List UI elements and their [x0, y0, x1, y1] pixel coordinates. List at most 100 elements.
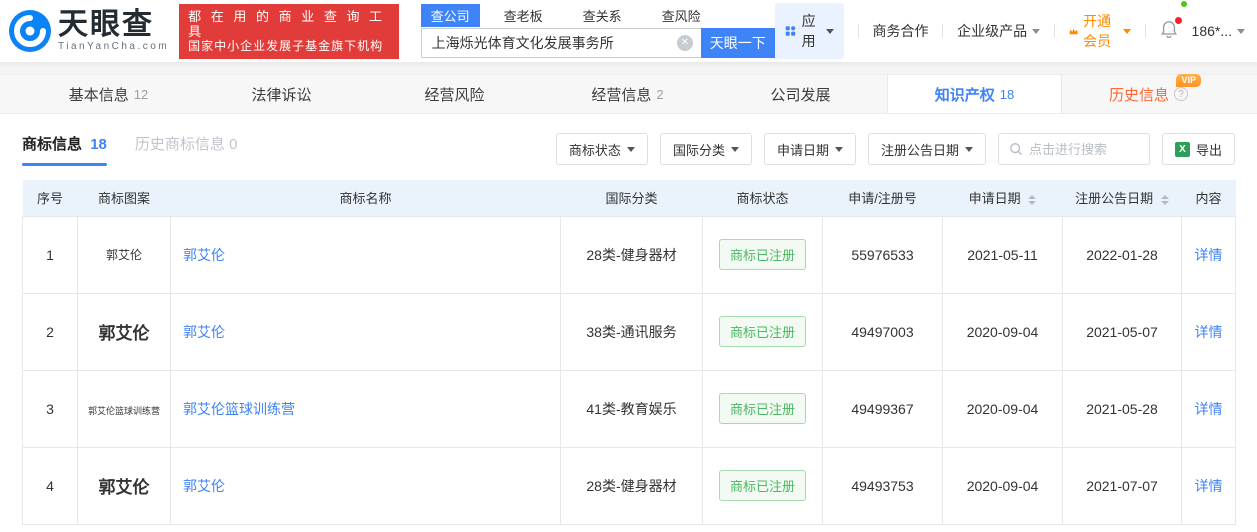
- col-status: 商标状态: [702, 180, 823, 216]
- filter-apply-date[interactable]: 申请日期: [763, 133, 856, 165]
- tab-count: 2: [656, 86, 664, 102]
- nav-open-vip[interactable]: 开通会员: [1069, 11, 1131, 51]
- apps-menu-button[interactable]: 应用: [774, 3, 844, 59]
- col-trademark-image: 商标图案: [77, 180, 171, 216]
- nav-enterprise-label: 企业级产品: [957, 23, 1028, 39]
- table-search-box[interactable]: [997, 133, 1150, 165]
- reg-number-cell: 49493753: [822, 446, 943, 525]
- status-dot: [1181, 1, 1187, 7]
- col-content: 内容: [1181, 180, 1236, 216]
- filter-trademark-status[interactable]: 商标状态: [555, 133, 648, 165]
- intl-class-cell: 41类-教育娱乐: [560, 369, 703, 448]
- col-trademark-name: 商标名称: [170, 180, 561, 216]
- tab-count: 18: [999, 86, 1015, 102]
- trademark-image: 郭艾伦: [98, 324, 150, 343]
- trademark-name-link[interactable]: 郭艾伦: [183, 247, 225, 263]
- tab-operating-info[interactable]: 经营信息 2: [541, 75, 714, 113]
- tianyancha-logo[interactable]: 天眼查 TianYanCha.com: [8, 9, 169, 53]
- apply-date-cell: 2020-09-04: [942, 292, 1063, 371]
- sort-icon[interactable]: [1028, 194, 1037, 205]
- subtab-history-trademark[interactable]: 历史商标信息 0: [135, 133, 238, 166]
- clear-icon[interactable]: ✕: [676, 35, 693, 51]
- search-tab-company[interactable]: 查公司: [420, 3, 480, 27]
- chevron-down-icon: [825, 28, 834, 34]
- detail-link[interactable]: 详情: [1195, 401, 1223, 417]
- user-account[interactable]: 186*...: [1191, 23, 1246, 39]
- tab-company-development[interactable]: 公司发展: [714, 75, 887, 113]
- table-row: 3 郭艾伦篮球训练营 郭艾伦篮球训练营 41类-教育娱乐 商标已注册 49499…: [22, 369, 1236, 448]
- notification-dot: [1174, 16, 1182, 24]
- tab-label: 基本信息: [68, 86, 129, 104]
- search-button[interactable]: 天眼一下: [700, 28, 775, 58]
- tab-operating-risk[interactable]: 经营风险: [368, 75, 541, 113]
- apply-date-cell: 2021-05-11: [942, 215, 1063, 294]
- tab-label: 知识产权: [934, 86, 995, 104]
- tab-basic-info[interactable]: 基本信息 12: [22, 75, 195, 113]
- tab-legal-proceedings[interactable]: 法律诉讼: [195, 75, 368, 113]
- user-phone: 186*...: [1191, 23, 1233, 39]
- header-nav: 应用 商务合作 企业级产品 开通会员 186*...: [774, 3, 1246, 59]
- detail-link[interactable]: 详情: [1195, 478, 1223, 494]
- export-button[interactable]: X 导出: [1161, 133, 1235, 165]
- export-label: 导出: [1195, 142, 1222, 158]
- chevron-down-icon: [964, 146, 973, 152]
- subtab-trademark-info[interactable]: 商标信息 18: [22, 133, 107, 166]
- apps-menu-label: 应用: [801, 13, 816, 49]
- apply-date-cell: 2020-09-04: [942, 446, 1063, 525]
- pub-date-cell: 2021-05-28: [1062, 369, 1182, 448]
- search-icon: [1010, 143, 1023, 156]
- tab-label: 公司发展: [770, 86, 831, 104]
- section-tabbar: 基本信息 12 法律诉讼 经营风险 经营信息 2 公司发展 知识产权 18 历史…: [0, 74, 1257, 114]
- search-tab-risk[interactable]: 查风险: [654, 4, 709, 27]
- col-pub-date-sortable[interactable]: 注册公告日期: [1062, 180, 1182, 216]
- trademark-name-link[interactable]: 郭艾伦: [183, 324, 225, 340]
- trademark-image: 郭艾伦篮球训练营: [87, 405, 160, 416]
- divider: [942, 24, 944, 38]
- filter-registration-pub-date[interactable]: 注册公告日期: [867, 133, 986, 165]
- reg-number-cell: 49497003: [822, 292, 943, 371]
- row-index: 3: [22, 369, 78, 448]
- tab-history-info[interactable]: 历史信息 ? VIP: [1062, 74, 1235, 113]
- vip-badge: VIP: [1176, 74, 1201, 87]
- nav-enterprise-products[interactable]: 企业级产品: [957, 21, 1041, 41]
- trademark-name-link[interactable]: 郭艾伦: [183, 478, 225, 494]
- col-reg-number: 申请/注册号: [822, 180, 943, 216]
- row-index: 2: [22, 292, 78, 371]
- page-background-strip: [0, 62, 1257, 74]
- chevron-down-icon: [730, 146, 739, 152]
- nav-vip-label: 开通会员: [1083, 13, 1112, 49]
- notification-bell[interactable]: [1160, 16, 1182, 43]
- table-row: 1 郭艾伦 郭艾伦 28类-健身器材 商标已注册 55976533 2021-0…: [22, 215, 1236, 294]
- status-badge: 商标已注册: [718, 393, 806, 424]
- detail-link[interactable]: 详情: [1195, 324, 1223, 340]
- search-tab-boss[interactable]: 查老板: [496, 4, 551, 27]
- trademark-image: 郭艾伦: [98, 478, 150, 497]
- trademark-name-link[interactable]: 郭艾伦篮球训练营: [183, 401, 295, 417]
- status-badge: 商标已注册: [718, 316, 806, 347]
- brand-domain: TianYanCha.com: [58, 41, 170, 52]
- row-index: 1: [22, 215, 78, 294]
- reg-number-cell: 49499367: [822, 369, 943, 448]
- row-index: 4: [22, 446, 78, 525]
- chevron-down-icon: [1122, 28, 1131, 34]
- question-circle-icon[interactable]: ?: [1174, 87, 1188, 101]
- tab-label: 经营风险: [424, 86, 485, 104]
- pub-date-cell: 2021-05-07: [1062, 292, 1182, 371]
- excel-icon: X: [1174, 141, 1190, 157]
- divider: [1144, 24, 1146, 38]
- company-search-input[interactable]: [420, 28, 701, 58]
- table-search-input[interactable]: [1028, 141, 1139, 157]
- apps-grid-icon: [785, 26, 795, 36]
- filter-intl-class[interactable]: 国际分类: [659, 133, 752, 165]
- filter-bar: 商标状态 国际分类 申请日期 注册公告日期 点击进行搜索 X 导出: [544, 133, 1235, 165]
- col-label: 注册公告日期: [1075, 191, 1154, 207]
- nav-business-cooperation[interactable]: 商务合作: [872, 21, 928, 41]
- table-row: 2 郭艾伦 郭艾伦 38类-通讯服务 商标已注册 49497003 2020-0…: [22, 292, 1236, 371]
- search-tab-relation[interactable]: 查关系: [575, 4, 630, 27]
- detail-link[interactable]: 详情: [1195, 247, 1223, 263]
- col-apply-date-sortable[interactable]: 申请日期: [942, 180, 1063, 216]
- col-intl-class: 国际分类: [560, 180, 703, 216]
- tab-intellectual-property[interactable]: 知识产权 18: [887, 75, 1062, 113]
- sort-icon[interactable]: [1160, 194, 1169, 205]
- slogan-line1: 都 在 用 的 商 业 查 询 工 具: [188, 8, 386, 39]
